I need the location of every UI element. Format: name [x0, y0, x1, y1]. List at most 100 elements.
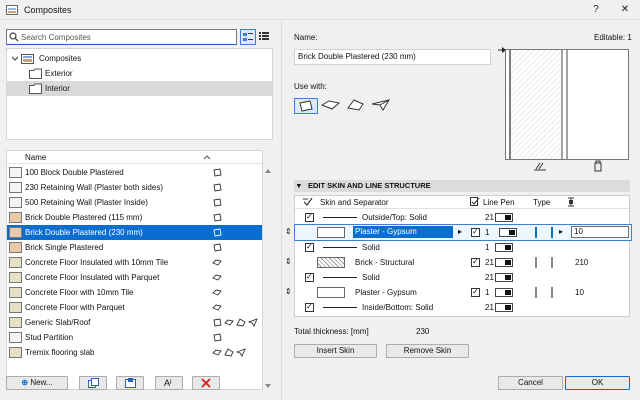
use-with-slab-toggle[interactable]	[320, 98, 344, 114]
drag-handle-icon[interactable]: ⇕	[285, 287, 292, 296]
separator-row[interactable]: Solid 1	[295, 240, 631, 255]
chevron-down-icon[interactable]	[11, 51, 19, 66]
building-material-swatch[interactable]	[317, 257, 345, 268]
pen-swatch[interactable]	[495, 303, 513, 312]
separator-line-label: Solid	[362, 243, 380, 252]
list-item[interactable]: Brick Single Plastered	[7, 240, 262, 255]
pen-override-checkbox[interactable]	[471, 257, 480, 267]
skin-type-icon[interactable]	[535, 257, 553, 268]
skin-thickness-value[interactable]: 10	[575, 288, 584, 297]
structure-preview	[505, 49, 629, 160]
ok-button[interactable]: OK	[565, 376, 630, 390]
pen-number[interactable]: 21	[485, 273, 494, 282]
skin-table-header: Skin and Separator Line Pen Type	[295, 196, 631, 209]
all-pens-checkbox-icon[interactable]	[470, 197, 480, 207]
list-item[interactable]: 500 Retaining Wall (Plaster Inside)	[7, 195, 262, 210]
use-with-wall-toggle[interactable]	[294, 98, 318, 114]
column-header-name[interactable]: Name	[25, 153, 46, 162]
close-button[interactable]: ✕	[610, 0, 640, 20]
tree-item-composites[interactable]: Composites	[7, 51, 272, 66]
remove-skin-button[interactable]: Remove Skin	[386, 344, 469, 358]
use-with-roof-toggle[interactable]	[345, 98, 369, 114]
separator-line-label: Outside/Top: Solid	[362, 213, 427, 222]
list-view-button[interactable]	[257, 29, 273, 45]
new-button[interactable]: ⊕ New...	[6, 376, 68, 390]
skin-row[interactable]: ⇕ Plaster - Gypsum 1 10	[285, 285, 631, 300]
use-with-slab-icon	[212, 274, 222, 281]
list-scrollbar[interactable]	[263, 150, 273, 390]
drag-handle-icon[interactable]: ⇕	[285, 227, 292, 236]
list-item[interactable]: Tremix flooring slab	[7, 345, 262, 360]
skin-row[interactable]: ⇕ Brick - Structural 21 210	[285, 255, 631, 270]
skin-thickness-value[interactable]: 210	[575, 258, 588, 267]
composite-name-field[interactable]: Brick Double Plastered (230 mm)	[294, 49, 491, 65]
pen-swatch[interactable]	[495, 273, 513, 282]
use-with-shell-toggle[interactable]	[370, 98, 394, 114]
skin-row[interactable]: ⇕ Plaster - Gypsum ▸ 1 ▸ 10	[285, 224, 632, 241]
list-header: Name	[7, 151, 262, 164]
pen-swatch[interactable]	[495, 243, 513, 252]
composite-swatch-icon	[9, 197, 22, 208]
list-item[interactable]: 230 Retaining Wall (Plaster both sides)	[7, 180, 262, 195]
rename-button[interactable]: Aᴵ	[155, 376, 183, 390]
separator-row[interactable]: Solid 21	[295, 270, 631, 285]
list-item[interactable]: Concrete Floor Insulated with Parquet	[7, 270, 262, 285]
pen-number[interactable]: 21	[485, 213, 494, 222]
pen-number[interactable]: 1	[485, 228, 489, 237]
pen-swatch[interactable]	[495, 288, 513, 297]
duplicate-icon	[88, 378, 99, 388]
line-visible-checkbox[interactable]	[305, 242, 314, 252]
pen-swatch[interactable]	[499, 228, 517, 237]
search-box[interactable]: Search Composites	[6, 29, 237, 45]
pen-swatch[interactable]	[495, 213, 513, 222]
toggle-all-icon[interactable]	[303, 197, 313, 207]
list-item[interactable]: 100 Block Double Plastered	[7, 165, 262, 180]
list-item[interactable]: Brick Double Plastered (230 mm)	[7, 225, 262, 240]
pen-number[interactable]: 1	[485, 288, 489, 297]
list-item[interactable]: Concrete Floor with Parquet	[7, 300, 262, 315]
line-visible-checkbox[interactable]	[305, 272, 314, 282]
building-material-swatch[interactable]	[317, 227, 345, 238]
list-item[interactable]: Brick Double Plastered (115 mm)	[7, 210, 262, 225]
tree-item-interior[interactable]: Interior	[7, 81, 272, 96]
tree-item-exterior[interactable]: Exterior	[7, 66, 272, 81]
skin-type-icon[interactable]	[535, 227, 553, 238]
delete-button[interactable]	[192, 376, 220, 390]
help-button[interactable]: ?	[581, 0, 611, 20]
use-with-wall-icon	[213, 183, 222, 192]
list-item[interactable]: Concrete Floor with 10mm Tile	[7, 285, 262, 300]
pen-number[interactable]: 1	[485, 243, 489, 252]
edit-skin-section-header[interactable]: ▾ EDIT SKIN AND LINE STRUCTURE	[294, 180, 630, 192]
list-item-name: 100 Block Double Plastered	[25, 168, 124, 177]
line-visible-checkbox[interactable]	[305, 302, 314, 312]
import-button[interactable]	[116, 376, 144, 390]
duplicate-button[interactable]	[79, 376, 107, 390]
cancel-button[interactable]: Cancel	[498, 376, 563, 390]
list-item-name: 500 Retaining Wall (Plaster Inside)	[25, 198, 148, 207]
pen-swatch[interactable]	[495, 258, 513, 267]
list-item-name: Concrete Floor with Parquet	[25, 303, 125, 312]
list-item-name: 230 Retaining Wall (Plaster both sides)	[25, 183, 163, 192]
skin-thickness-input[interactable]: 10	[571, 226, 629, 238]
insert-skin-button[interactable]: Insert Skin	[294, 344, 377, 358]
tree-view-button[interactable]	[240, 29, 256, 45]
separator-row[interactable]: Inside/Bottom: Solid 21	[295, 300, 631, 315]
building-material-swatch[interactable]	[317, 287, 345, 298]
pen-number[interactable]: 21	[485, 303, 494, 312]
composite-swatch-icon	[9, 347, 22, 358]
separator-row[interactable]: Outside/Top: Solid 21	[295, 210, 631, 225]
list-item[interactable]: Concrete Floor Insulated with 10mm Tile	[7, 255, 262, 270]
pen-override-checkbox[interactable]	[471, 287, 480, 297]
list-item[interactable]: Stud Partition	[7, 330, 262, 345]
type-dropdown-arrow-icon[interactable]: ▸	[559, 227, 563, 236]
list-item[interactable]: Generic Slab/Roof	[7, 315, 262, 330]
search-input[interactable]: Search Composites	[21, 33, 91, 42]
chevron-down-icon: ▾	[297, 181, 301, 190]
skin-type-icon[interactable]	[535, 287, 553, 298]
drag-handle-icon[interactable]: ⇕	[285, 257, 292, 266]
material-dropdown-arrow-icon[interactable]: ▸	[458, 227, 462, 236]
pen-number[interactable]: 21	[485, 258, 494, 267]
sort-arrow-icon[interactable]	[203, 152, 211, 162]
pen-override-checkbox[interactable]	[471, 227, 480, 237]
line-visible-checkbox[interactable]	[305, 212, 314, 222]
